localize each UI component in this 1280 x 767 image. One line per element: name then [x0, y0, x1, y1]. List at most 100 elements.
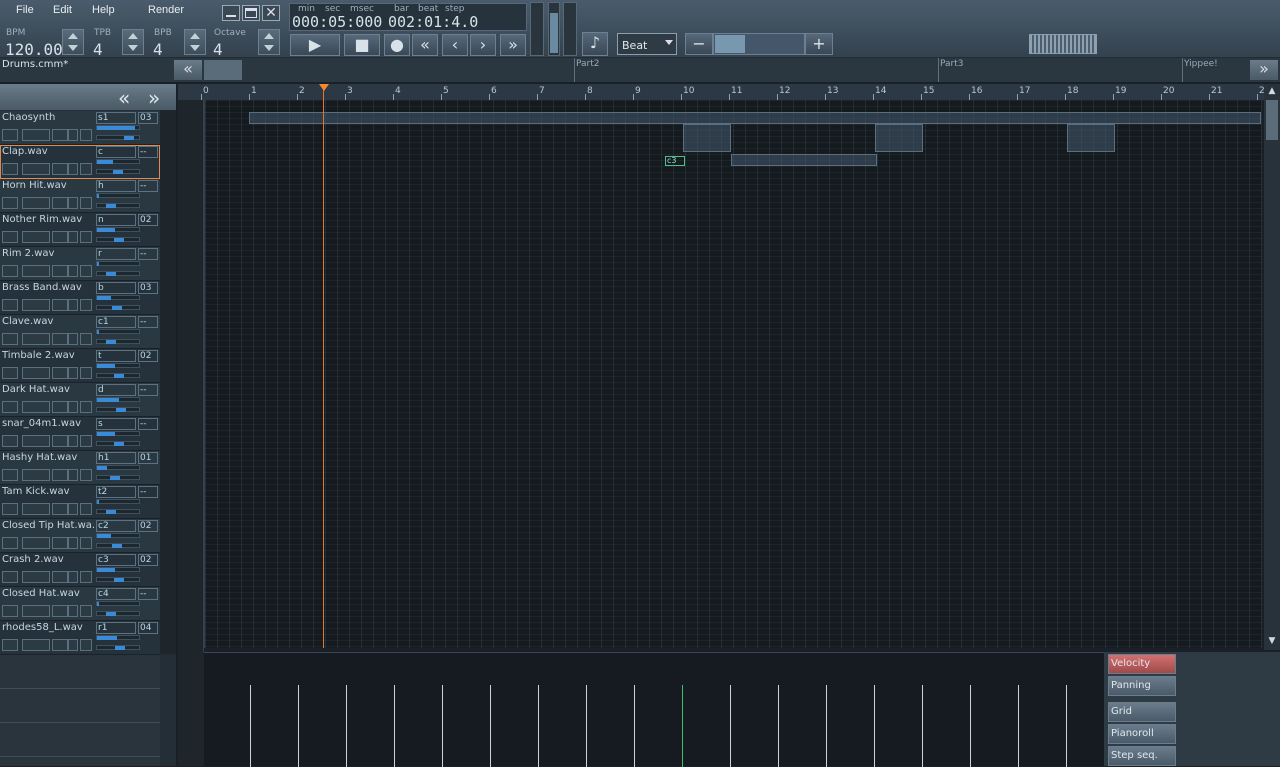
pattern-block[interactable] — [1067, 124, 1115, 152]
channel-fx-button[interactable] — [52, 537, 68, 549]
channel-pan-slider[interactable] — [96, 645, 140, 650]
channel-number[interactable]: 03 — [138, 112, 158, 124]
channel-fx-button[interactable] — [52, 503, 68, 515]
channel-mute-button[interactable] — [2, 571, 18, 583]
channel-solo-button[interactable] — [22, 265, 50, 277]
channel-key[interactable]: r — [96, 248, 136, 260]
channel-settings-button[interactable] — [68, 639, 78, 651]
tpb-stepper[interactable] — [122, 29, 144, 55]
channel-volume-slider[interactable] — [96, 261, 140, 266]
channel-row[interactable]: Chaosynth s1 03 — [0, 111, 160, 145]
channel-settings-button[interactable] — [68, 605, 78, 617]
zoom-slider[interactable] — [713, 33, 805, 55]
channel-pan-slider[interactable] — [96, 237, 140, 242]
channel-row[interactable]: Nother Rim.wav n 02 — [0, 213, 160, 247]
velocity-bar[interactable] — [442, 685, 443, 767]
channel-volume-slider[interactable] — [96, 465, 140, 470]
part-marker-label[interactable]: Part2 — [576, 59, 600, 69]
channel-settings-button[interactable] — [68, 503, 78, 515]
playhead-marker-icon[interactable] — [319, 84, 329, 91]
velocity-bar[interactable] — [538, 685, 539, 767]
channel-fx-button[interactable] — [52, 571, 68, 583]
velocity-bar[interactable] — [1066, 685, 1067, 767]
scroll-thumb[interactable] — [1266, 100, 1278, 140]
velocity-bar[interactable] — [394, 685, 395, 767]
channel-name[interactable]: Crash 2.wav — [2, 554, 94, 565]
keyboard-icon[interactable] — [1029, 34, 1097, 54]
velocity-bar[interactable] — [298, 685, 299, 767]
timeline-ruler[interactable]: 012345678910111213141516171819202122 — [178, 84, 1270, 100]
channel-solo-button[interactable] — [22, 639, 50, 651]
channel-number[interactable]: 02 — [138, 520, 158, 532]
minimize-icon[interactable] — [222, 5, 240, 21]
bpb-value[interactable]: 4 — [153, 40, 163, 59]
velocity-view-button[interactable]: Velocity — [1108, 654, 1176, 674]
channel-mute-button[interactable] — [2, 469, 18, 481]
channel-name[interactable]: Tam Kick.wav — [2, 486, 94, 497]
channel-number[interactable]: 03 — [138, 282, 158, 294]
channel-number[interactable]: -- — [138, 588, 158, 600]
channel-list-scrollbar[interactable] — [160, 110, 176, 654]
channel-pan-slider[interactable] — [96, 407, 140, 412]
channel-solo-button[interactable] — [22, 333, 50, 345]
channel-number[interactable]: 04 — [138, 622, 158, 634]
channel-solo-button[interactable] — [22, 163, 50, 175]
play-button[interactable]: ▶ — [290, 34, 340, 56]
channel-number[interactable]: 02 — [138, 554, 158, 566]
channel-key[interactable]: t — [96, 350, 136, 362]
record-button[interactable]: ● — [384, 34, 410, 56]
step-back-button[interactable]: ‹ — [442, 34, 468, 56]
channel-mute-button[interactable] — [2, 605, 18, 617]
step-forward-button[interactable]: › — [470, 34, 496, 56]
channel-name[interactable]: Clave.wav — [2, 316, 94, 327]
menu-edit[interactable]: Edit — [53, 4, 72, 22]
velocity-bar[interactable] — [1018, 685, 1019, 767]
channel-row[interactable]: Closed Tip Hat.wa... c2 02 — [0, 519, 160, 553]
fast-forward-button[interactable]: » — [500, 34, 526, 56]
channel-row[interactable]: Crash 2.wav c3 02 — [0, 553, 160, 587]
channel-volume-slider[interactable] — [96, 329, 140, 334]
channel-number[interactable]: -- — [138, 316, 158, 328]
velocity-bar[interactable] — [634, 685, 635, 767]
channel-row[interactable]: snar_04m1.wav s -- — [0, 417, 160, 451]
channel-solo-button[interactable] — [22, 299, 50, 311]
channel-row[interactable]: Timbale 2.wav t 02 — [0, 349, 160, 383]
channel-row[interactable]: Rim 2.wav r -- — [0, 247, 160, 281]
channel-fx-button[interactable] — [52, 299, 68, 311]
channel-settings-button[interactable] — [68, 231, 78, 243]
bpm-value[interactable]: 120.00 — [5, 40, 63, 59]
velocity-bar[interactable] — [730, 685, 731, 767]
maximize-icon[interactable] — [242, 5, 260, 21]
channel-fx-button[interactable] — [52, 163, 68, 175]
channel-fx-button[interactable] — [52, 435, 68, 447]
channel-settings-button[interactable] — [68, 571, 78, 583]
channel-edit-button[interactable] — [80, 231, 92, 243]
channel-row[interactable]: Hashy Hat.wav h1 01 — [0, 451, 160, 485]
channel-name[interactable]: rhodes58_L.wav — [2, 622, 94, 633]
channel-volume-slider[interactable] — [96, 227, 140, 232]
channel-volume-slider[interactable] — [96, 431, 140, 436]
channel-solo-button[interactable] — [22, 129, 50, 141]
channel-name[interactable]: Rim 2.wav — [2, 248, 94, 259]
channel-name[interactable]: Dark Hat.wav — [2, 384, 94, 395]
menu-help[interactable]: Help — [92, 4, 115, 22]
channel-edit-button[interactable] — [80, 129, 92, 141]
channel-volume-slider[interactable] — [96, 635, 140, 640]
stop-button[interactable]: ■ — [344, 34, 380, 56]
channel-row[interactable]: rhodes58_L.wav r1 04 — [0, 621, 160, 655]
channel-settings-button[interactable] — [68, 537, 78, 549]
channel-key[interactable]: c — [96, 146, 136, 158]
channel-fx-button[interactable] — [52, 401, 68, 413]
menu-file[interactable]: File — [16, 4, 34, 22]
pattern-grid[interactable]: c3 — [204, 100, 1262, 648]
channel-mute-button[interactable] — [2, 537, 18, 549]
channel-edit-button[interactable] — [80, 571, 92, 583]
channel-edit-button[interactable] — [80, 333, 92, 345]
channel-name[interactable]: Horn Hit.wav — [2, 180, 94, 191]
channel-name[interactable]: Clap.wav — [2, 146, 94, 157]
channel-solo-button[interactable] — [22, 435, 50, 447]
channel-solo-button[interactable] — [22, 503, 50, 515]
tpb-value[interactable]: 4 — [93, 40, 103, 59]
channel-edit-button[interactable] — [80, 605, 92, 617]
channel-row[interactable]: Dark Hat.wav d -- — [0, 383, 160, 417]
